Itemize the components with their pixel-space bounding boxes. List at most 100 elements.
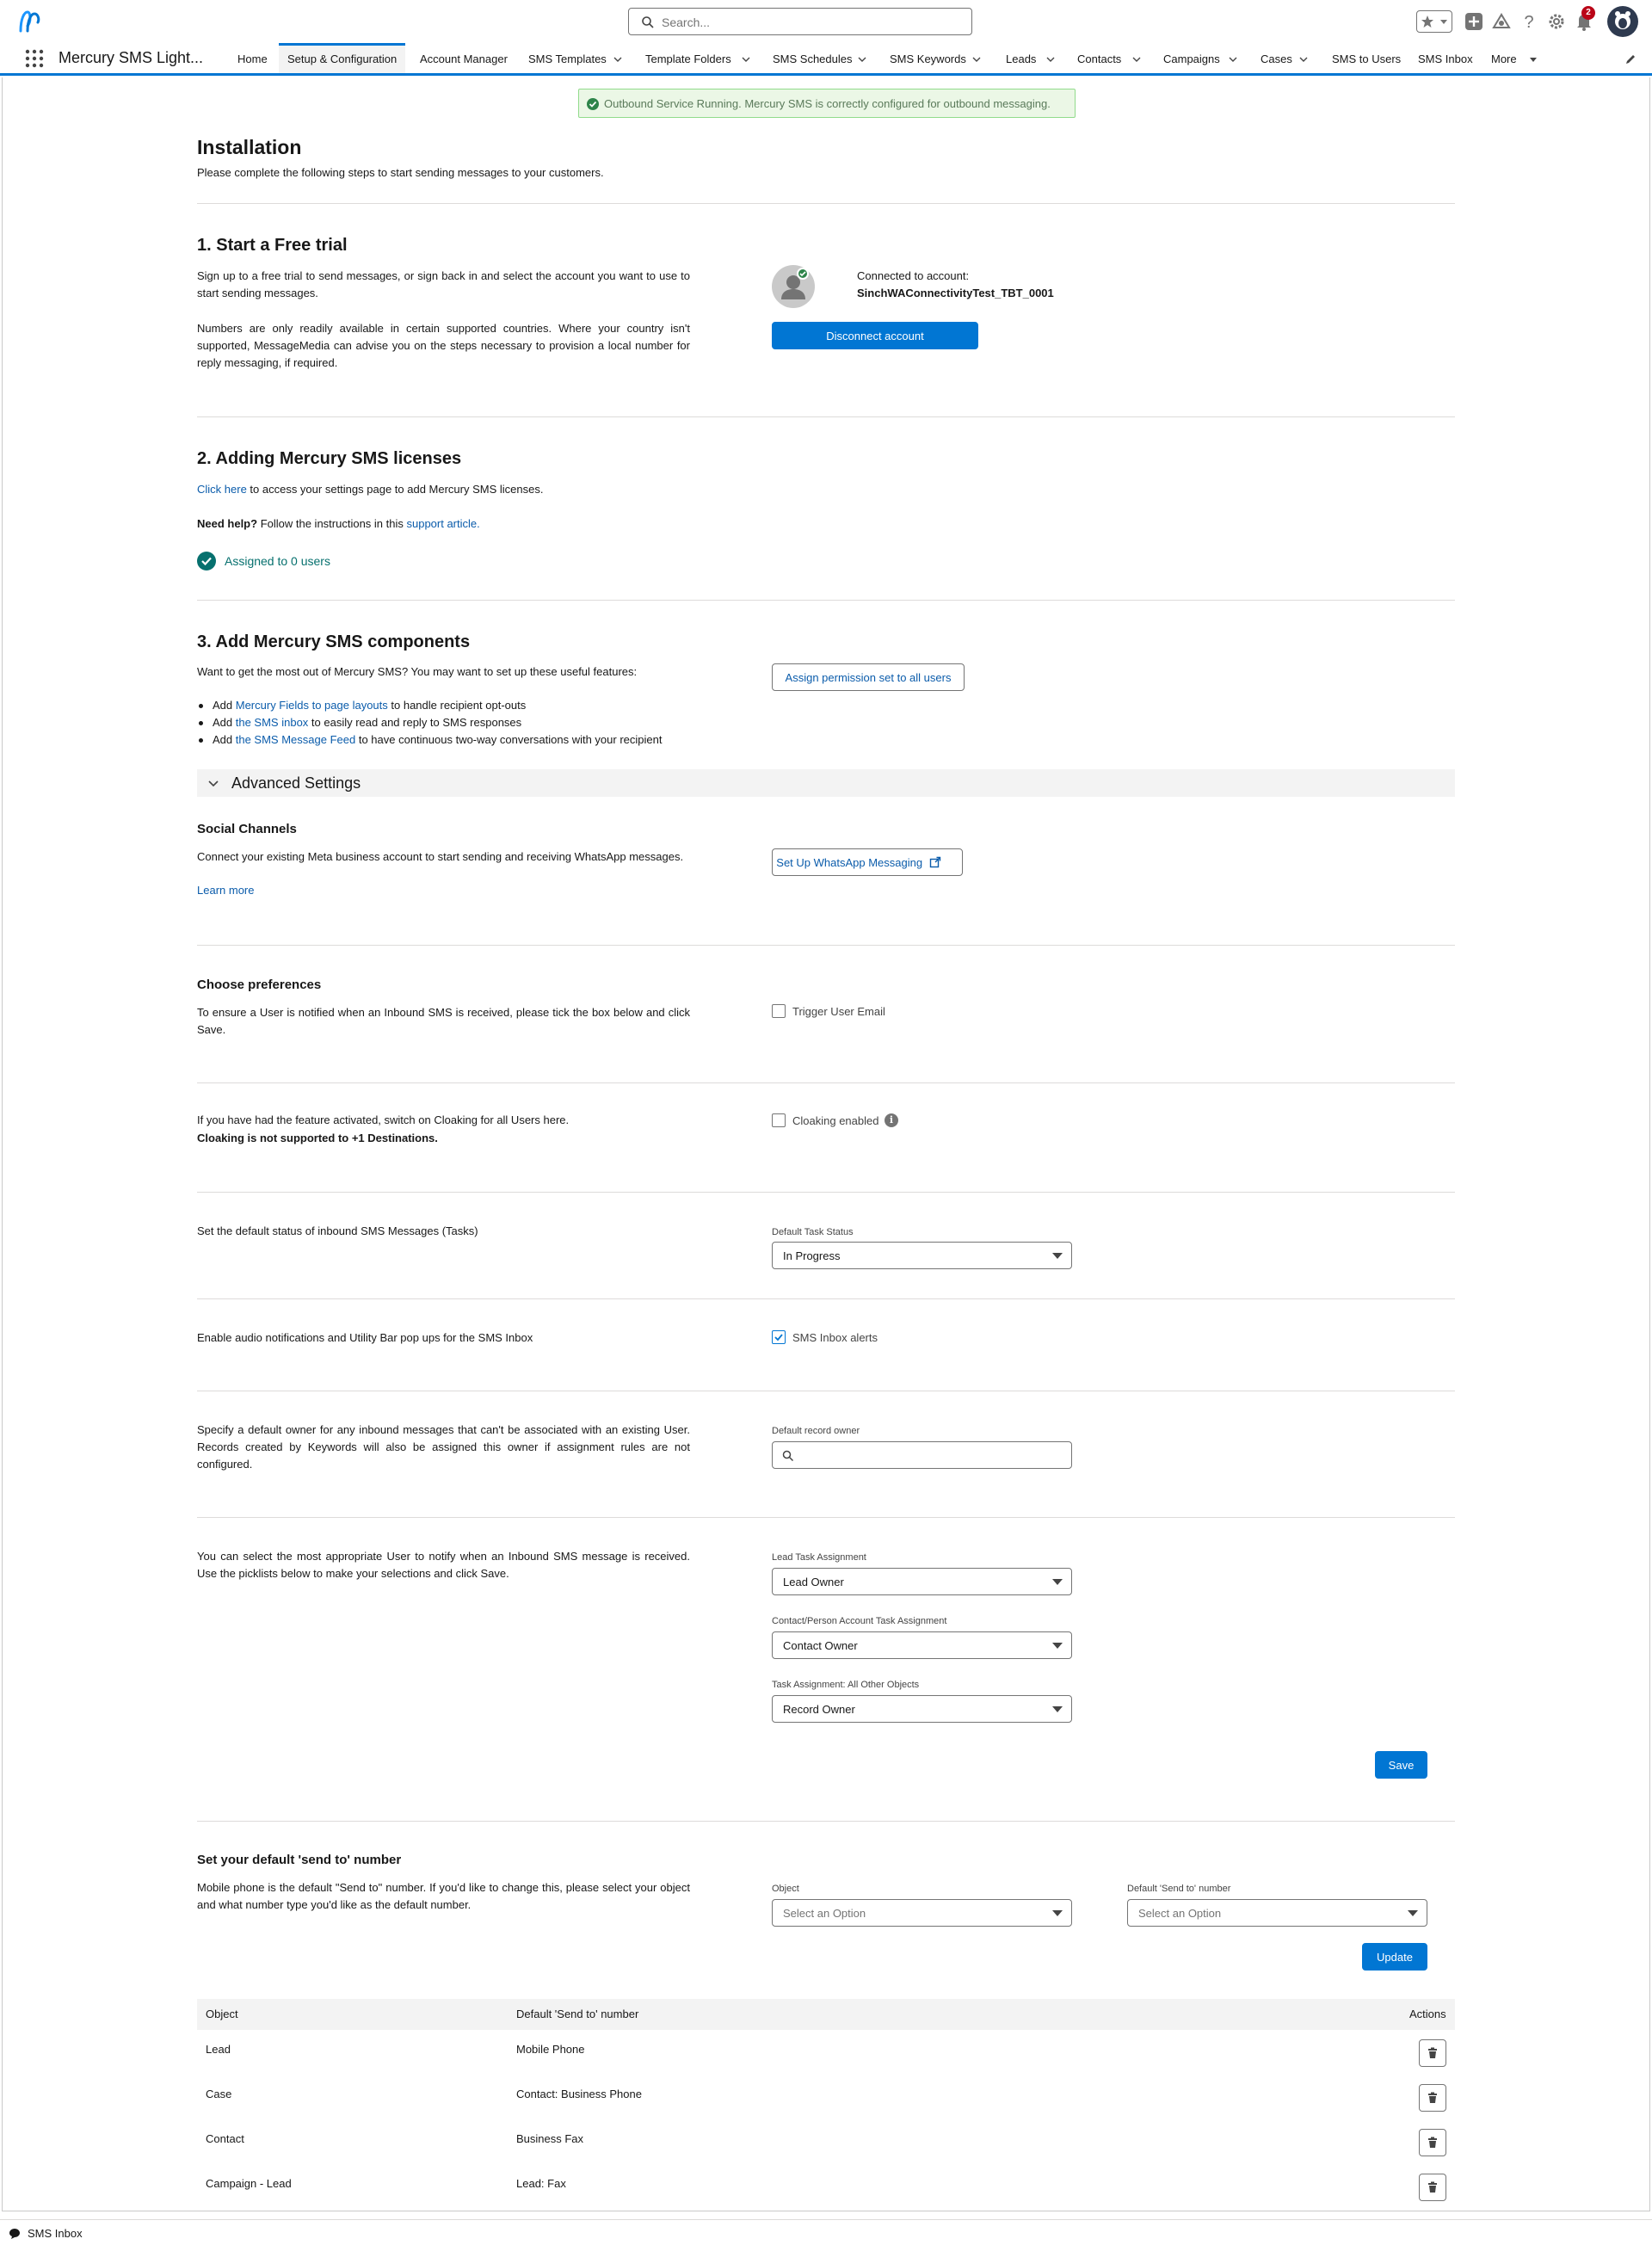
lead-task-assignment-label: Lead Task Assignment	[772, 1552, 866, 1563]
step3-intro: Want to get the most out of Mercury SMS?…	[197, 665, 638, 678]
other-task-assignment-select[interactable]: Record Owner	[772, 1695, 1072, 1723]
step2-title: 2. Adding Mercury SMS licenses	[197, 449, 462, 468]
list-item: Add the SMS Message Feed to have continu…	[197, 731, 662, 749]
audio-notifications-text: Enable audio notifications and Utility B…	[197, 1331, 533, 1344]
nav-item-contacts[interactable]: Contacts	[1077, 43, 1121, 73]
cloaking-enabled-checkbox[interactable]	[772, 1113, 786, 1127]
mercury-fields-link[interactable]: Mercury Fields to page layouts	[236, 699, 388, 712]
delete-row-button[interactable]	[1419, 2129, 1446, 2156]
delete-row-button[interactable]	[1419, 2039, 1446, 2067]
chevron-down-icon	[1440, 20, 1447, 24]
app-launcher-icon[interactable]	[24, 48, 45, 69]
global-header: Search... ? 2	[0, 0, 1652, 43]
nav-item-template-folders[interactable]: Template Folders	[645, 43, 731, 73]
column-header-default-send-to-number: Default 'Send to' number	[516, 2008, 639, 2020]
lead-task-assignment-value: Lead Owner	[783, 1576, 844, 1588]
disconnect-account-button[interactable]: Disconnect account	[772, 322, 978, 349]
chevron-down-icon[interactable]	[613, 55, 622, 64]
chevron-down-icon[interactable]	[1229, 55, 1237, 64]
send-to-text: Mobile phone is the default "Send to" nu…	[197, 1881, 690, 1911]
default-task-status-value: In Progress	[783, 1249, 841, 1262]
nav-item-more[interactable]: More	[1491, 43, 1517, 73]
gear-icon[interactable]	[1545, 10, 1568, 33]
nav-item-sms-schedules[interactable]: SMS Schedules	[773, 43, 853, 73]
chevron-down-icon[interactable]	[1299, 55, 1308, 64]
info-icon[interactable]: i	[885, 1113, 898, 1127]
divider	[197, 203, 1455, 204]
add-icon[interactable]	[1463, 10, 1485, 33]
notification-badge: 2	[1581, 6, 1595, 20]
assignment-text: You can select the most appropriate User…	[197, 1550, 690, 1580]
search-placeholder: Search...	[662, 15, 711, 29]
nav-item-campaigns[interactable]: Campaigns	[1163, 43, 1220, 73]
checkmark-icon	[774, 1334, 783, 1341]
utility-sms-inbox[interactable]: SMS Inbox	[28, 2227, 83, 2240]
default-record-owner-input[interactable]	[772, 1441, 1072, 1469]
favorites-button[interactable]	[1416, 10, 1452, 33]
table-row-object: Lead	[206, 2043, 231, 2056]
app-navigation-bar: Mercury SMS Light... Home Setup & Config…	[0, 43, 1652, 76]
contact-task-assignment-label: Contact/Person Account Task Assignment	[772, 1616, 947, 1626]
help-icon[interactable]: ?	[1518, 10, 1540, 33]
default-owner-text: Specify a default owner for any inbound …	[197, 1423, 690, 1471]
setup-whatsapp-button[interactable]: Set Up WhatsApp Messaging	[772, 848, 963, 876]
page-title: Installation	[197, 136, 302, 158]
edit-nav-pencil-icon[interactable]	[1624, 53, 1637, 65]
click-here-link[interactable]: Click here	[197, 483, 247, 496]
nav-item-sms-inbox[interactable]: SMS Inbox	[1418, 43, 1473, 73]
check-circle-icon	[197, 552, 216, 571]
nav-item-sms-templates[interactable]: SMS Templates	[528, 43, 607, 73]
divider	[197, 1192, 1455, 1193]
chevron-down-icon[interactable]	[972, 55, 981, 64]
need-help-label: Need help?	[197, 517, 258, 530]
save-button[interactable]: Save	[1375, 1751, 1427, 1779]
page-subtitle: Please complete the following steps to s…	[197, 166, 604, 179]
divider	[197, 1821, 1455, 1822]
nav-item-sms-keywords[interactable]: SMS Keywords	[890, 43, 966, 73]
sms-message-feed-link[interactable]: the SMS Message Feed	[236, 733, 355, 746]
licenses-text: Click here to access your settings page …	[197, 483, 543, 496]
delete-row-button[interactable]	[1419, 2174, 1446, 2201]
nav-item-leads[interactable]: Leads	[1006, 43, 1036, 73]
nav-item-account-manager[interactable]: Account Manager	[420, 43, 508, 73]
caret-down-icon	[1052, 1910, 1063, 1916]
choose-preferences-title: Choose preferences	[197, 978, 322, 992]
nav-item-setup-configuration[interactable]: Setup & Configuration	[279, 43, 406, 73]
chevron-down-icon[interactable]	[1046, 55, 1055, 64]
delete-row-button[interactable]	[1419, 2084, 1446, 2112]
chevron-down-icon[interactable]	[742, 55, 750, 64]
step1-para2: Numbers are only readily available in ce…	[197, 322, 690, 369]
caret-down-icon[interactable]	[1529, 55, 1538, 64]
assign-permission-set-button[interactable]: Assign permission set to all users	[772, 663, 965, 691]
sms-inbox-link[interactable]: the SMS inbox	[236, 716, 309, 729]
chevron-down-icon[interactable]	[1132, 55, 1141, 64]
update-button[interactable]: Update	[1362, 1943, 1427, 1971]
nav-item-sms-to-users[interactable]: SMS to Users	[1332, 43, 1401, 73]
trigger-user-email-checkbox[interactable]	[772, 1004, 786, 1018]
user-avatar[interactable]	[1607, 6, 1638, 37]
divider	[197, 1298, 1455, 1299]
default-task-status-select[interactable]: In Progress	[772, 1242, 1072, 1269]
astro-avatar-icon	[1615, 11, 1630, 29]
learn-more-link[interactable]: Learn more	[197, 884, 254, 897]
divider	[197, 600, 1455, 601]
sms-inbox-alerts-checkbox[interactable]	[772, 1330, 786, 1344]
nav-item-cases[interactable]: Cases	[1261, 43, 1292, 73]
nav-item-home[interactable]: Home	[237, 43, 268, 73]
lead-task-assignment-select[interactable]: Lead Owner	[772, 1568, 1072, 1595]
chevron-down-icon[interactable]	[858, 55, 866, 64]
caret-down-icon	[1052, 1643, 1063, 1649]
sms-inbox-alerts-label: SMS Inbox alerts	[792, 1331, 878, 1344]
table-row-number: Business Fax	[516, 2132, 584, 2145]
support-article-link[interactable]: support article.	[406, 517, 479, 530]
advanced-settings-section-toggle[interactable]: Advanced Settings	[197, 769, 1455, 797]
default-send-to-number-select[interactable]: Select an Option	[1127, 1899, 1427, 1927]
app-logo-icon[interactable]	[15, 7, 45, 36]
table-row-object: Contact	[206, 2132, 244, 2145]
trailhead-icon[interactable]	[1490, 10, 1513, 33]
social-channels-title: Social Channels	[197, 822, 297, 836]
object-select[interactable]: Select an Option	[772, 1899, 1072, 1927]
contact-task-assignment-select[interactable]: Contact Owner	[772, 1631, 1072, 1659]
global-search-input[interactable]: Search...	[628, 8, 972, 35]
cloaking-enabled-label: Cloaking enabled	[792, 1114, 879, 1127]
